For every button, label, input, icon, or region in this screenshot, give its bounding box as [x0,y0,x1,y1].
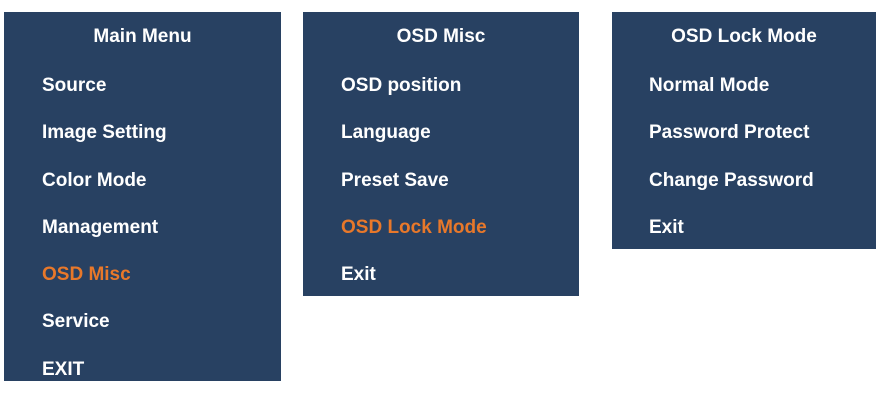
osd-misc-item-preset-save[interactable]: Preset Save [303,157,579,204]
main-menu-item-osd-misc[interactable]: OSD Misc [4,251,281,298]
osd-misc-item-osd-position[interactable]: OSD position [303,62,579,109]
main-menu-item-image-setting[interactable]: Image Setting [4,109,281,156]
main-menu-item-management[interactable]: Management [4,204,281,251]
lock-mode-item-exit[interactable]: Exit [612,204,876,251]
osd-misc-item-exit[interactable]: Exit [303,251,579,298]
osd-lock-mode-title: OSD Lock Mode [671,26,817,47]
main-menu-title: Main Menu [93,26,192,47]
osd-misc-panel: OSD Misc OSD position Language Preset Sa… [303,12,579,296]
osd-misc-item-osd-lock-mode[interactable]: OSD Lock Mode [303,204,579,251]
lock-mode-item-change-password[interactable]: Change Password [612,157,876,204]
lock-mode-item-password-protect[interactable]: Password Protect [612,109,876,156]
main-menu-item-service[interactable]: Service [4,298,281,345]
osd-lock-mode-panel: OSD Lock Mode Normal Mode Password Prote… [612,12,876,249]
main-menu-panel: Main Menu Source Image Setting Color Mod… [4,12,281,381]
main-menu-item-color-mode[interactable]: Color Mode [4,157,281,204]
main-menu-item-source[interactable]: Source [4,62,281,109]
main-menu-item-exit[interactable]: EXIT [4,346,281,393]
osd-misc-item-language[interactable]: Language [303,109,579,156]
lock-mode-item-normal-mode[interactable]: Normal Mode [612,62,876,109]
osd-misc-title: OSD Misc [396,26,486,47]
